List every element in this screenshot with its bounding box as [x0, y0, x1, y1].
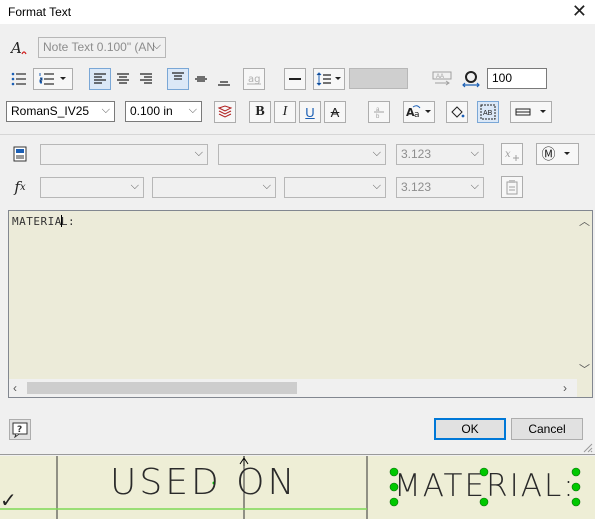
text-frame-icon[interactable]: AB	[477, 101, 499, 123]
baseline-icon: ag	[243, 68, 265, 90]
dialog-title: Format Text	[8, 5, 72, 19]
toolbar-row-functions: fx ⌵ ⌵ ⌵ 3.123 ⌵	[0, 176, 595, 202]
numbered-list-dropdown[interactable]	[33, 68, 73, 90]
text-style-value: Note Text 0.100" (AN	[43, 40, 156, 54]
toolbar-row-parameters: ⌵ ⌵ 3.123 ⌵ x Ⓜ	[0, 143, 595, 169]
function-x: x	[19, 181, 26, 193]
svg-text:A: A	[10, 39, 22, 57]
editor-content[interactable]: MATERIAL:	[12, 215, 75, 228]
align-middle-icon[interactable]	[190, 68, 212, 90]
function-property-combo[interactable]: ⌵	[284, 177, 386, 198]
align-bottom-icon[interactable]	[213, 68, 235, 90]
selection-grips[interactable]	[386, 466, 586, 510]
function-type-combo[interactable]: ⌵	[152, 177, 276, 198]
svg-text:a: a	[414, 110, 420, 120]
align-top-icon[interactable]	[167, 68, 189, 90]
format-text-dialog: Format Text ✕ A Note Text 0.100" (AN ⌵ a…	[0, 0, 595, 455]
case-dropdown[interactable]: Aa	[403, 101, 435, 123]
chevron-down-icon: ⌵	[372, 147, 381, 159]
chevron-down-icon: ⌵	[194, 147, 203, 159]
material-reference-icon: Ⓜ	[541, 146, 556, 162]
component-combo[interactable]: ⌵	[40, 144, 208, 165]
svg-text:AA: AA	[436, 74, 444, 80]
cancel-button[interactable]: Cancel	[511, 418, 583, 440]
font-size-combo[interactable]: 0.100 in ⌵	[125, 101, 202, 122]
symbol-dropdown[interactable]	[510, 101, 552, 123]
text-style-combo[interactable]: Note Text 0.100" (AN ⌵	[38, 37, 166, 58]
scroll-up-icon[interactable]: ︿	[579, 213, 590, 229]
horizontal-scroll-thumb[interactable]	[27, 382, 297, 394]
function-icon: fx	[9, 176, 31, 198]
scroll-left-icon[interactable]: ‹	[13, 381, 17, 395]
align-center-icon[interactable]	[112, 68, 134, 90]
line-spacing-single-icon[interactable]	[284, 68, 306, 90]
help-icon: ?	[17, 425, 22, 435]
text-style-icon: A	[8, 37, 30, 59]
scroll-right-icon[interactable]: ›	[563, 381, 567, 395]
svg-text:x: x	[505, 149, 511, 160]
strikethrough-button[interactable]: A	[324, 101, 346, 123]
chevron-down-icon: ⌵	[101, 104, 110, 116]
function-combo[interactable]: ⌵	[40, 177, 144, 198]
toolbar-row-font: RomanS_IV25 ⌵ 0.100 in ⌵ B I U A ab Aa A…	[0, 100, 595, 126]
vertical-scrollbar[interactable]: ︿ ﹀	[575, 211, 592, 379]
precision-combo[interactable]: 3.123 ⌵	[396, 144, 484, 165]
text-editor[interactable]: MATERIAL: ︿ ﹀ ‹ ›	[8, 210, 593, 398]
editor-text-after-caret: L:	[60, 215, 76, 228]
stretch-value: 100	[492, 71, 513, 85]
font-combo[interactable]: RomanS_IV25 ⌵	[6, 101, 115, 122]
used-on-label: USED ON	[110, 462, 298, 503]
resize-grip-icon[interactable]	[581, 441, 593, 453]
width-scale-icon	[460, 68, 482, 90]
function-precision-value: 3.123	[401, 180, 432, 194]
paint-bucket-icon[interactable]	[446, 101, 468, 123]
line-spacing-dropdown[interactable]	[313, 68, 345, 90]
divider	[0, 134, 595, 135]
align-left-icon[interactable]	[89, 68, 111, 90]
precision-value: 3.123	[401, 147, 432, 161]
chevron-down-icon: ⌵	[262, 180, 271, 192]
chevron-down-icon: ⌵	[470, 147, 479, 159]
font-size-value: 0.100 in	[130, 104, 173, 118]
scroll-down-icon[interactable]: ﹀	[579, 361, 590, 377]
italic-button[interactable]: I	[274, 101, 296, 123]
check-icon: ✓	[0, 490, 17, 512]
insert-parameter-icon: x	[501, 143, 523, 165]
toolbar-row-style: A Note Text 0.100" (AN ⌵	[0, 36, 595, 62]
svg-text:AB: AB	[483, 110, 493, 117]
horizontal-scrollbar[interactable]: ‹ ›	[9, 379, 577, 397]
stretch-input[interactable]: 100	[487, 68, 547, 89]
chevron-down-icon: ⌵	[130, 180, 139, 192]
font-value: RomanS_IV25	[11, 104, 90, 118]
svg-text:b: b	[376, 114, 380, 120]
function-precision-combo[interactable]: 3.123 ⌵	[396, 177, 484, 198]
help-button[interactable]: ?	[9, 419, 31, 440]
underline-button[interactable]: U	[299, 101, 321, 123]
ok-button[interactable]: OK	[434, 418, 506, 440]
reference-dropdown[interactable]: Ⓜ	[536, 143, 579, 165]
dialog-titlebar: Format Text ✕	[0, 0, 595, 24]
insert-function-icon	[501, 176, 523, 198]
chevron-down-icon: ⌵	[372, 180, 381, 192]
drawing-canvas[interactable]: ✓ USED ON MATERIAL:	[0, 456, 595, 519]
editor-text-before-caret: MATERIA	[12, 215, 62, 228]
document-parameter-icon	[9, 143, 31, 165]
color-swatch[interactable]	[349, 68, 408, 89]
toolbar-row-format: ag AA 100	[0, 67, 595, 93]
close-icon[interactable]: ✕	[572, 1, 587, 21]
svg-text:ag: ag	[248, 74, 260, 85]
stack-icon: AA	[430, 68, 454, 90]
source-combo[interactable]: ⌵	[218, 144, 386, 165]
bold-button[interactable]: B	[249, 101, 271, 123]
chevron-down-icon: ⌵	[470, 180, 479, 192]
layers-icon[interactable]	[214, 101, 236, 123]
fraction-icon: ab	[368, 101, 390, 123]
align-right-icon[interactable]	[135, 68, 157, 90]
chevron-down-icon: ⌵	[188, 104, 197, 116]
bullet-list-icon[interactable]	[8, 68, 30, 90]
chevron-down-icon: ⌵	[152, 40, 161, 52]
